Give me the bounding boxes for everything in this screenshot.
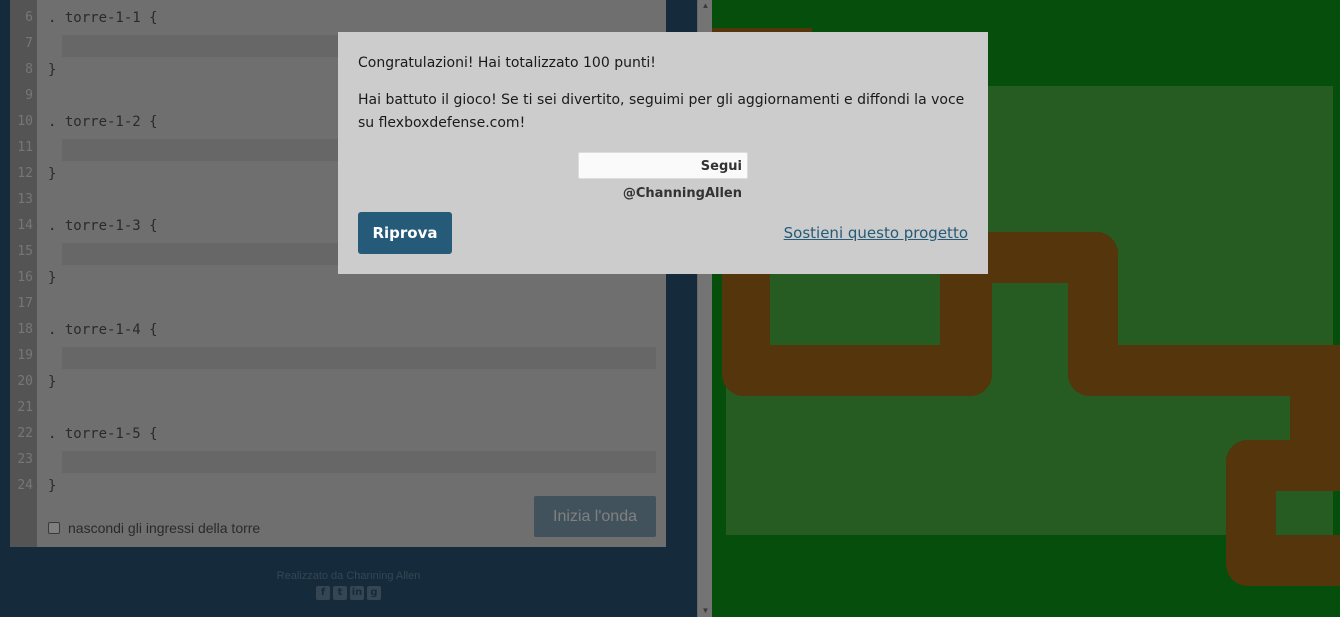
retry-button[interactable]: Riprova: [358, 212, 452, 254]
win-message: Hai battuto il gioco! Se ti sei divertit…: [358, 92, 965, 131]
win-dialog: Congratulazioni! Hai totalizzato 100 pun…: [338, 32, 988, 274]
score-message: Congratulazioni! Hai totalizzato 100 pun…: [358, 55, 656, 71]
follow-button[interactable]: Segui @ChanningAllen: [578, 152, 748, 201]
support-project-link[interactable]: Sostieni questo progetto: [784, 224, 968, 242]
